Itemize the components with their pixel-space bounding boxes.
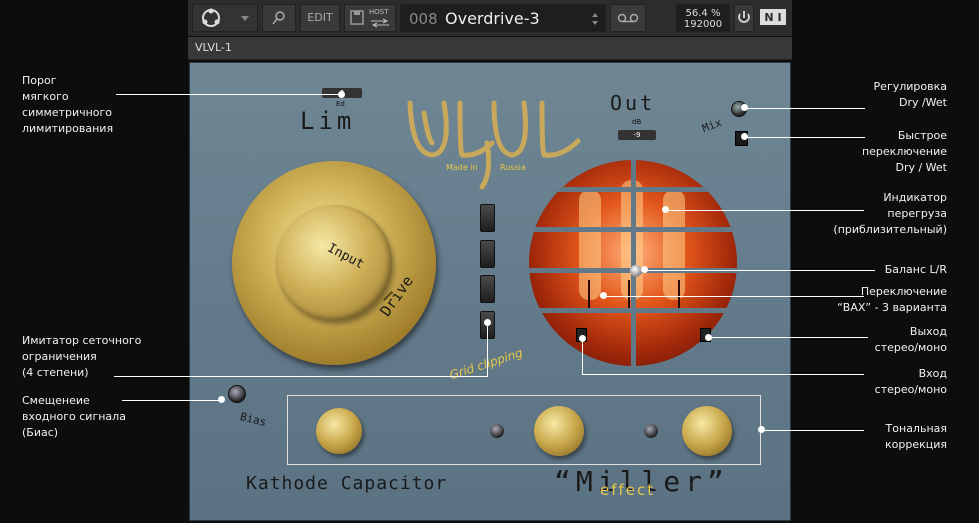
search-button[interactable]: [262, 4, 296, 32]
logo-menu-button[interactable]: [192, 4, 258, 32]
leader-line: [122, 400, 222, 401]
out-unit: dB: [632, 118, 642, 126]
swap-arrows-icon: [371, 18, 389, 28]
leader-line: [116, 94, 342, 95]
host-toolbar: EDIT HOST 008 Overdrive-3 56.4 % 192000 …: [188, 0, 792, 37]
leader-line: [487, 322, 488, 377]
leader-line: [745, 108, 865, 109]
vlvl-logo-graphic: [407, 100, 581, 190]
lim-label: Lim: [300, 107, 356, 135]
search-icon: [272, 11, 285, 25]
leader-line: [666, 210, 864, 211]
made-in-label: Made in: [446, 163, 478, 172]
leader-dot: [641, 266, 648, 273]
power-icon: [738, 11, 750, 23]
grid-clipping-switch-3[interactable]: [480, 275, 495, 303]
leader-line: [604, 296, 864, 297]
leader-dot: [741, 133, 748, 140]
preset-up-down-icon: [592, 13, 598, 25]
drive-knob[interactable]: Input Drive: [232, 161, 436, 365]
tape-icon: [617, 13, 639, 23]
leader-dot: [705, 334, 712, 341]
annotation-overload: Индикатор перегруза (приблизительный): [833, 191, 947, 236]
annotation-grid-clipping: Имитатор сеточного ограничения (4 степен…: [22, 334, 142, 379]
host-label: HOST: [369, 8, 389, 16]
out-label: Out: [610, 91, 656, 115]
leader-dot: [579, 335, 586, 342]
tone-knob[interactable]: [682, 406, 732, 456]
preset-selector[interactable]: 008 Overdrive-3: [400, 4, 606, 32]
leader-dot: [600, 292, 607, 299]
leader-line: [582, 374, 864, 375]
leader-dot: [218, 396, 225, 403]
tape-button[interactable]: [610, 4, 646, 32]
preset-name: Overdrive-3: [445, 9, 540, 28]
bias-label: Bias: [238, 409, 268, 430]
input-knob[interactable]: [276, 205, 392, 321]
annotation-bias: Смещенеие входного сигнала (Биас): [22, 394, 126, 439]
plugin-panel: 0 Ed Lim Made in Russia Out dB -9 Mix In…: [189, 62, 791, 521]
mix-label: Mix: [700, 115, 724, 136]
miller-trim-knob-1[interactable]: [490, 424, 504, 438]
grid-clipping-switch-1[interactable]: [480, 204, 495, 232]
instrument-name: VLVL-1: [195, 41, 232, 54]
bias-knob[interactable]: [228, 385, 246, 403]
annotation-balance: Баланс L/R: [884, 263, 947, 276]
vlvl-logo: Made in Russia: [402, 83, 582, 193]
annotation-output: Выход стерео/моно: [874, 325, 947, 354]
cpu-percent: 56.4 %: [685, 8, 721, 19]
miller-effect-knob[interactable]: [534, 406, 584, 456]
miller-trim-knob-2[interactable]: [644, 424, 658, 438]
host-sync-button[interactable]: HOST: [344, 4, 396, 32]
leader-dot: [758, 426, 765, 433]
leader-line: [764, 430, 864, 431]
leader-line: [114, 376, 488, 377]
kathode-capacitor-label: Kathode Capacitor: [246, 473, 448, 494]
leader-line: [710, 337, 868, 338]
out-value-display[interactable]: -9: [618, 130, 656, 140]
balance-knob[interactable]: [630, 265, 642, 277]
annotation-fast-switch: Быстрое переключение Dry / Wet: [861, 129, 947, 174]
power-button[interactable]: [734, 4, 754, 32]
kathode-capacitor-knob[interactable]: [316, 408, 362, 454]
annotation-input: Вход стерео/моно: [874, 367, 947, 396]
effect-label: effect: [600, 481, 656, 499]
leader-line: [582, 339, 583, 374]
grid-clipping-switch-2[interactable]: [480, 240, 495, 268]
ni-logo: N I: [758, 4, 788, 32]
leader-line: [745, 137, 865, 138]
leader-dot: [741, 104, 748, 111]
leader-dot: [484, 319, 491, 326]
ni-logo-icon: N I: [760, 9, 786, 25]
preset-number: 008: [409, 10, 438, 28]
leader-line: [645, 270, 875, 271]
leader-dot: [662, 206, 669, 213]
country-label: Russia: [500, 163, 526, 172]
annotation-lim: Порог мягкого симметричного лимитировани…: [22, 74, 114, 135]
grille-bar: [631, 160, 636, 366]
instrument-header: VLVL-1: [188, 37, 792, 60]
svg-text:N I: N I: [764, 11, 781, 24]
annotation-dry-wet: Регулировка Dry /Wet: [873, 80, 947, 109]
annotation-tone: Тональная коррекция: [884, 422, 947, 451]
cpu-meter: 56.4 % 192000: [676, 4, 730, 32]
annotation-vax: Переключение “ВАХ” - 3 варианта: [837, 285, 947, 314]
reaktor-logo-icon: [202, 8, 249, 27]
leader-dot: [338, 91, 345, 98]
tone-section: [287, 395, 761, 465]
edit-button[interactable]: EDIT: [300, 4, 340, 32]
sample-rate: 192000: [683, 19, 723, 30]
